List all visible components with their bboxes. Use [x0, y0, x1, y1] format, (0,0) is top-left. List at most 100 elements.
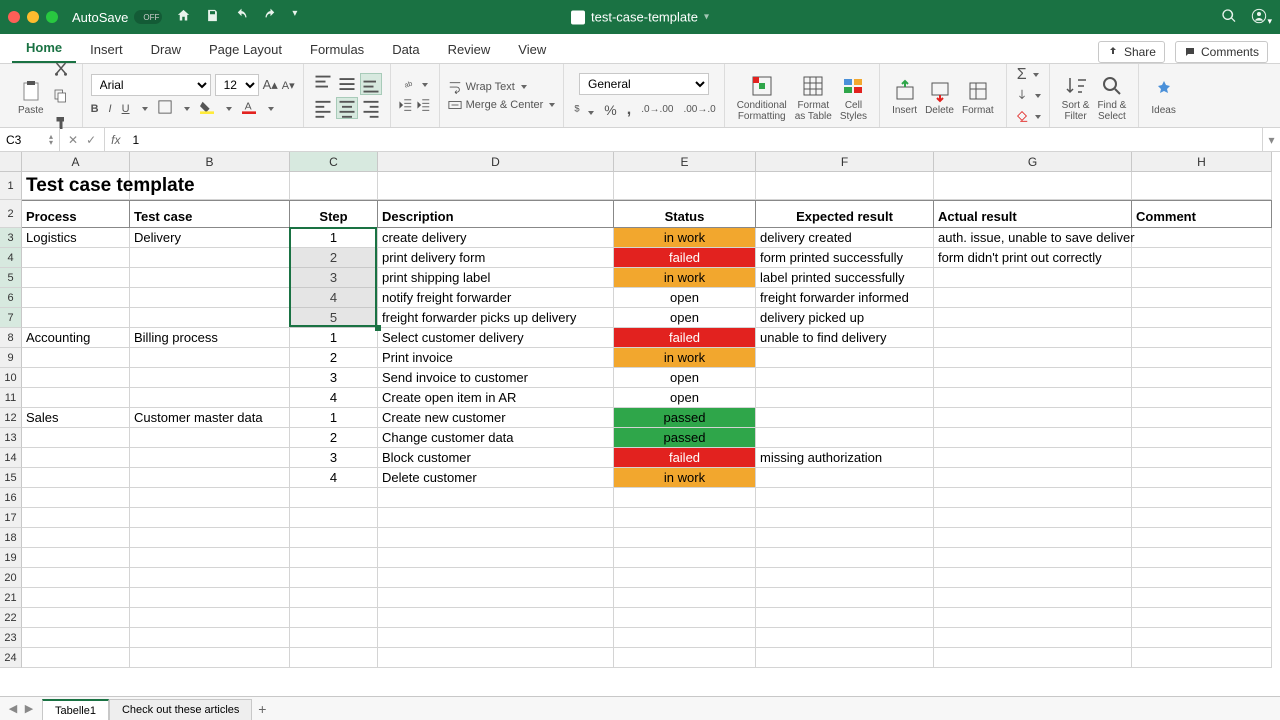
row-header-8[interactable]: 8 [0, 328, 22, 348]
redo-icon[interactable] [263, 8, 278, 26]
add-sheet-button[interactable]: + [252, 701, 272, 717]
comments-button[interactable]: Comments [1175, 41, 1268, 63]
cell[interactable] [130, 628, 290, 648]
cell[interactable]: 1 [290, 408, 378, 428]
increase-decimal-button[interactable]: .0→.00 [641, 104, 673, 115]
cell[interactable] [934, 388, 1132, 408]
align-top-button[interactable] [312, 73, 334, 95]
status-cell[interactable]: open [614, 308, 756, 328]
cell[interactable] [756, 588, 934, 608]
cell[interactable] [1132, 408, 1272, 428]
wrap-text-button[interactable]: Wrap Text [448, 80, 527, 94]
cell[interactable] [934, 428, 1132, 448]
save-icon[interactable] [205, 8, 220, 26]
cell[interactable] [130, 388, 290, 408]
cell[interactable] [614, 508, 756, 528]
border-button[interactable] [158, 100, 172, 117]
fx-icon[interactable]: fx [105, 133, 126, 147]
number-format-select[interactable]: General [579, 73, 709, 95]
cell[interactable] [756, 388, 934, 408]
find-select-button[interactable]: Find & Select [1093, 70, 1130, 122]
cell[interactable] [1132, 628, 1272, 648]
cell[interactable] [756, 608, 934, 628]
cell[interactable] [130, 172, 290, 200]
cell[interactable] [22, 588, 130, 608]
align-right-button[interactable] [360, 97, 382, 119]
row-header-6[interactable]: 6 [0, 288, 22, 308]
cell[interactable] [378, 172, 614, 200]
status-cell[interactable]: in work [614, 268, 756, 288]
table-header[interactable]: Description [378, 200, 614, 228]
cell[interactable]: freight forwarder picks up delivery [378, 308, 614, 328]
cell[interactable] [1132, 588, 1272, 608]
column-header-E[interactable]: E [614, 152, 756, 172]
row-header-16[interactable]: 16 [0, 488, 22, 508]
cell[interactable]: Select customer delivery [378, 328, 614, 348]
status-cell[interactable]: failed [614, 248, 756, 268]
cell[interactable] [22, 388, 130, 408]
row-header-9[interactable]: 9 [0, 348, 22, 368]
cell[interactable] [378, 608, 614, 628]
cell[interactable]: 1 [290, 328, 378, 348]
cell[interactable] [130, 508, 290, 528]
cell[interactable] [290, 588, 378, 608]
delete-cells-button[interactable]: Delete [921, 75, 958, 116]
spreadsheet-grid[interactable]: ABCDEFGH 1234567891011121314151617181920… [0, 152, 1280, 696]
cell[interactable] [130, 248, 290, 268]
cell[interactable] [22, 508, 130, 528]
cell[interactable] [756, 408, 934, 428]
cell[interactable] [290, 488, 378, 508]
sheet-tab-active[interactable]: Tabelle1 [42, 699, 109, 720]
cell[interactable] [378, 628, 614, 648]
cell[interactable]: 4 [290, 388, 378, 408]
cell[interactable]: 1 [290, 228, 378, 248]
cell[interactable] [934, 528, 1132, 548]
cell[interactable] [934, 488, 1132, 508]
cell[interactable] [934, 308, 1132, 328]
cell[interactable] [22, 248, 130, 268]
row-header-17[interactable]: 17 [0, 508, 22, 528]
row-header-7[interactable]: 7 [0, 308, 22, 328]
row-header-20[interactable]: 20 [0, 568, 22, 588]
cell[interactable] [1132, 508, 1272, 528]
cell[interactable] [934, 588, 1132, 608]
cell[interactable] [1132, 248, 1272, 268]
cell[interactable] [934, 448, 1132, 468]
font-size-select[interactable]: 12 [215, 74, 259, 96]
row-header-23[interactable]: 23 [0, 628, 22, 648]
font-color-button[interactable]: A [242, 100, 256, 117]
tab-draw[interactable]: Draw [137, 36, 195, 63]
cell[interactable] [130, 288, 290, 308]
cell[interactable]: Customer master data [130, 408, 290, 428]
status-cell[interactable]: open [614, 288, 756, 308]
tab-data[interactable]: Data [378, 36, 433, 63]
row-header-24[interactable]: 24 [0, 648, 22, 668]
status-cell[interactable]: passed [614, 408, 756, 428]
cell[interactable] [290, 648, 378, 668]
cell[interactable] [130, 648, 290, 668]
cell[interactable] [290, 548, 378, 568]
cell[interactable] [130, 588, 290, 608]
cell[interactable] [756, 528, 934, 548]
cell[interactable]: Sales [22, 408, 130, 428]
row-header-3[interactable]: 3 [0, 228, 22, 248]
cell[interactable] [1132, 488, 1272, 508]
row-header-2[interactable]: 2 [0, 200, 22, 228]
row-header-13[interactable]: 13 [0, 428, 22, 448]
align-middle-button[interactable] [336, 73, 358, 95]
cell[interactable] [756, 488, 934, 508]
orientation-button[interactable]: ab [402, 77, 416, 94]
row-header-22[interactable]: 22 [0, 608, 22, 628]
cell[interactable] [130, 528, 290, 548]
cell[interactable] [756, 368, 934, 388]
cell[interactable]: freight forwarder informed [756, 288, 934, 308]
cell[interactable] [130, 368, 290, 388]
cell[interactable] [22, 428, 130, 448]
cell[interactable] [1132, 388, 1272, 408]
tab-page-layout[interactable]: Page Layout [195, 36, 296, 63]
cell[interactable]: 3 [290, 448, 378, 468]
cell[interactable]: 4 [290, 288, 378, 308]
cell[interactable]: 2 [290, 428, 378, 448]
table-header[interactable]: Test case [130, 200, 290, 228]
merge-center-button[interactable]: Merge & Center [448, 98, 556, 112]
